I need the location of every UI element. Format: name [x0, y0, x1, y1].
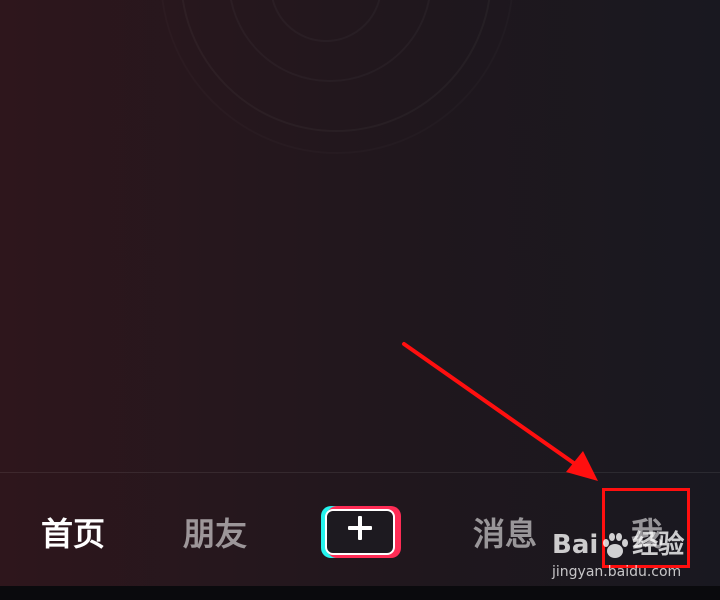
watermark-logo: Bai 经验: [552, 528, 684, 562]
watermark: Bai 经验 jingyan.baidu.com: [552, 524, 720, 584]
watermark-logo-right: 经验: [632, 530, 685, 560]
watermark-logo-left: Bai: [552, 530, 599, 560]
paw-icon: [603, 532, 629, 558]
app-screen: 首页 朋友 消息 我 Bai 经验 jingyan.baidu.com: [0, 0, 720, 600]
watermark-url: jingyan.baidu.com: [552, 564, 682, 580]
